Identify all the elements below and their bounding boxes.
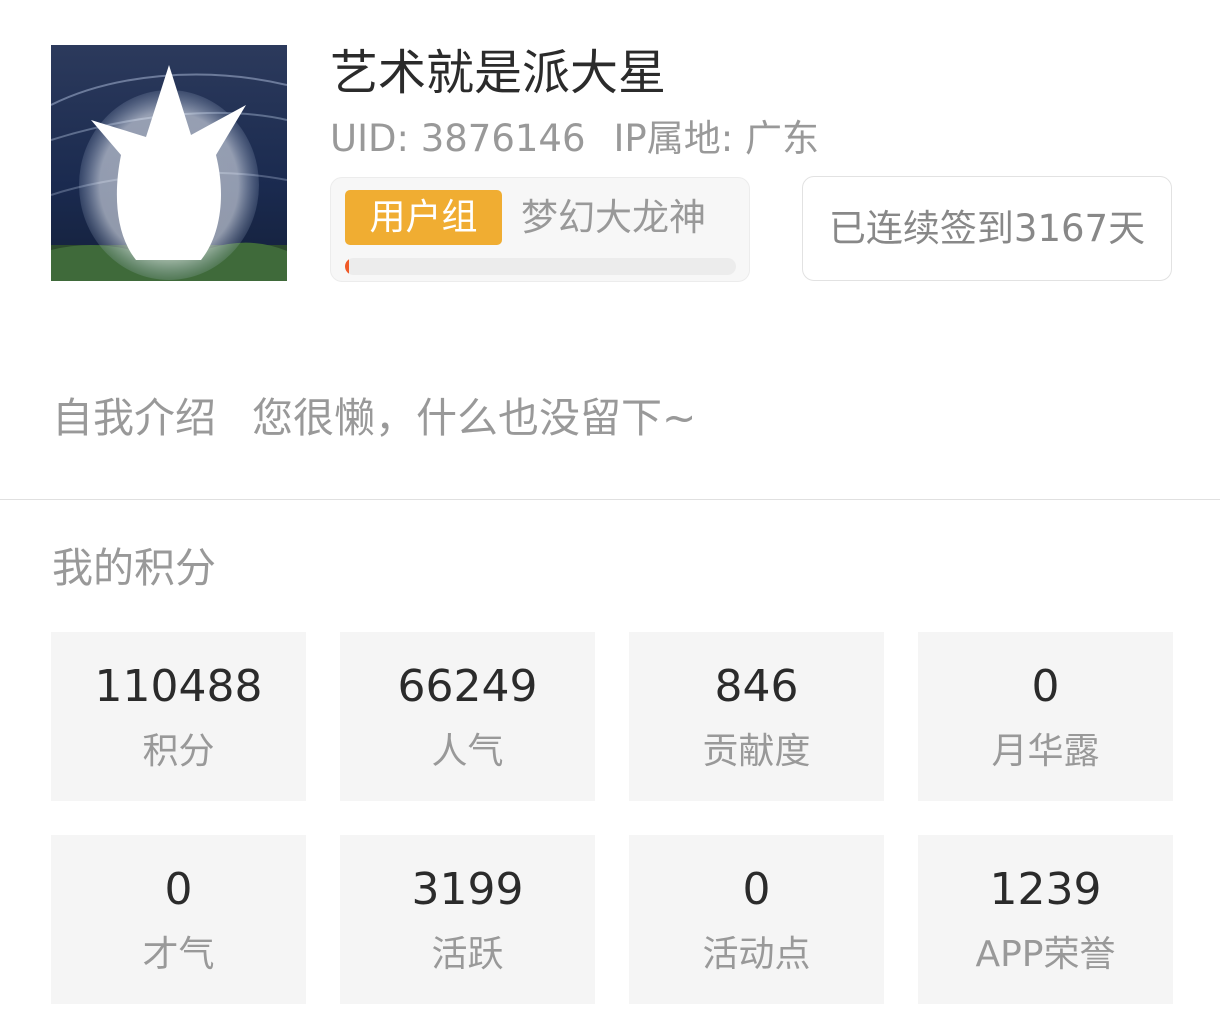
stat-card-popularity[interactable]: 66249 人气	[340, 632, 595, 801]
stat-card-points[interactable]: 110488 积分	[51, 632, 306, 801]
stat-card-app-honor[interactable]: 1239 APP荣誉	[918, 835, 1173, 1004]
username: 艺术就是派大星	[330, 45, 667, 101]
user-group-card[interactable]: 用户组 梦幻大龙神	[330, 177, 750, 282]
stat-label: 贡献度	[702, 731, 811, 772]
stat-card-event-points[interactable]: 0 活动点	[629, 835, 884, 1004]
user-ip-location: IP属地: 广东	[613, 117, 819, 160]
stat-card-moon-dew[interactable]: 0 月华露	[918, 632, 1173, 801]
stat-card-talent[interactable]: 0 才气	[51, 835, 306, 1004]
points-grid: 110488 积分 66249 人气 846 贡献度 0 月华露 0 才气 31…	[51, 632, 1173, 1004]
stat-value: 0	[742, 864, 771, 915]
profile-page: 艺术就是派大星 UID: 3876146 IP属地: 广东 用户组 梦幻大龙神 已…	[0, 0, 1220, 1034]
stat-label: 活跃	[431, 934, 504, 975]
stat-card-contribution[interactable]: 846 贡献度	[629, 632, 884, 801]
stat-value: 0	[164, 864, 193, 915]
stat-label: 月华露	[991, 731, 1100, 772]
user-group-tag: 用户组	[345, 190, 502, 245]
signin-streak-button[interactable]: 已连续签到3167天	[802, 176, 1172, 281]
user-group-progress-fill	[345, 258, 349, 275]
user-group-progress-bar	[345, 258, 736, 275]
stat-card-activity[interactable]: 3199 活跃	[340, 835, 595, 1004]
stat-label: 才气	[142, 934, 215, 975]
self-intro: 自我介绍 您很懒，什么也没留下~	[52, 388, 696, 448]
stat-value: 110488	[94, 661, 263, 712]
user-meta: UID: 3876146 IP属地: 广东	[330, 114, 819, 164]
stat-value: 3199	[411, 864, 524, 915]
user-uid: UID: 3876146	[330, 117, 586, 160]
avatar[interactable]	[51, 45, 287, 281]
stat-value: 846	[714, 661, 799, 712]
stat-label: 人气	[431, 731, 504, 772]
stat-label: APP荣誉	[975, 934, 1116, 975]
stat-value: 1239	[989, 864, 1102, 915]
stat-label: 活动点	[702, 934, 811, 975]
divider	[0, 499, 1220, 500]
stat-label: 积分	[142, 731, 215, 772]
stat-value: 66249	[397, 661, 538, 712]
self-intro-label: 自我介绍	[52, 394, 216, 442]
user-group-name: 梦幻大龙神	[521, 196, 706, 239]
self-intro-text: 您很懒，什么也没留下~	[252, 394, 697, 442]
points-section-title: 我的积分	[52, 544, 216, 592]
stat-value: 0	[1031, 661, 1060, 712]
avatar-image	[51, 45, 287, 281]
